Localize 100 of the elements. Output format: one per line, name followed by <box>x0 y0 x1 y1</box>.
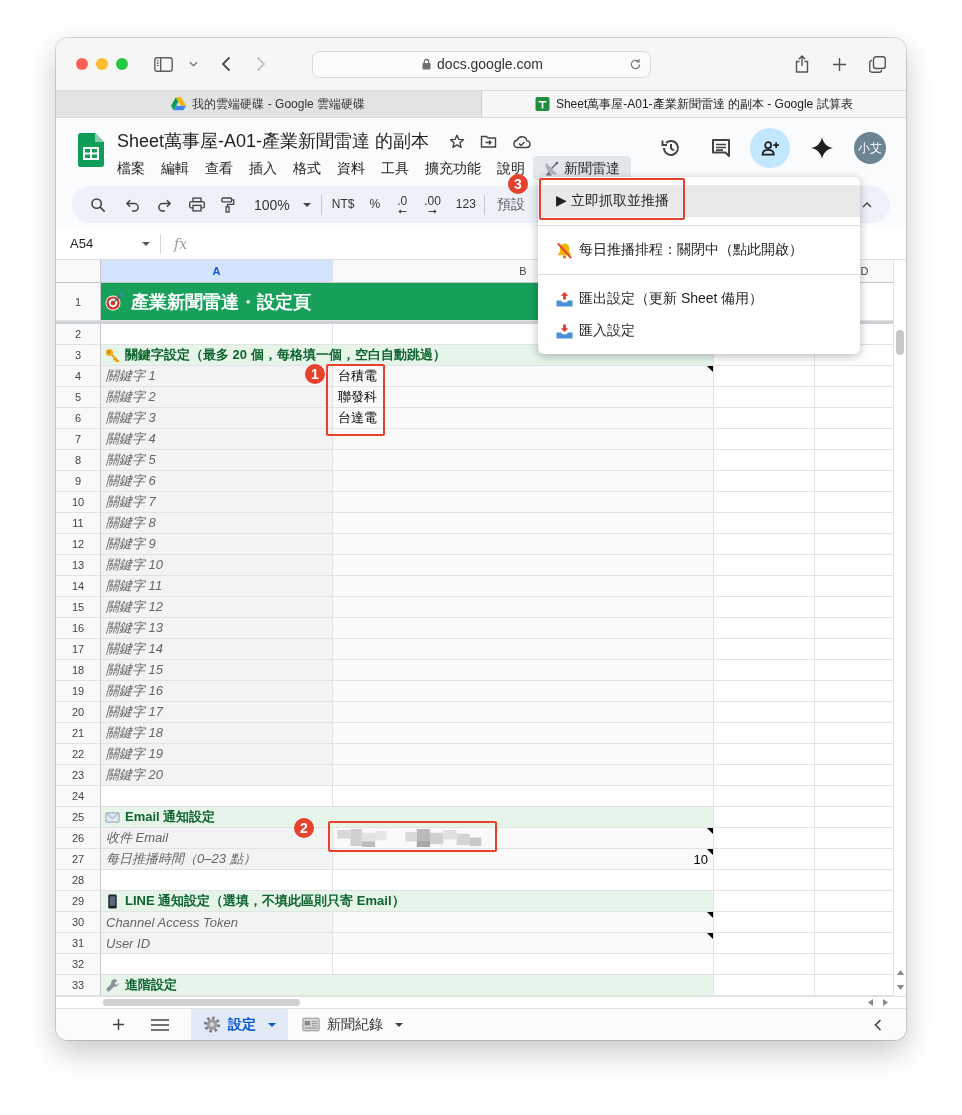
print-icon[interactable] <box>189 197 205 212</box>
menu-item[interactable]: 檔案 <box>109 156 153 180</box>
browser-tab[interactable]: 我的雲端硬碟 - Google 雲端硬碟 <box>56 91 482 117</box>
format-button[interactable]: NT$ <box>331 198 355 211</box>
browser-tab[interactable]: Sheet萬事屋-A01-產業新聞雷達 的副本 - Google 試算表 <box>481 91 906 117</box>
empty-cell[interactable] <box>714 786 815 807</box>
menu-item[interactable]: 查看 <box>197 156 241 180</box>
value-cell[interactable] <box>333 660 714 681</box>
row-header[interactable]: 14 <box>56 576 101 597</box>
row-header[interactable]: 13 <box>56 555 101 576</box>
triangle-up-icon[interactable] <box>896 970 904 975</box>
redo-icon[interactable] <box>157 197 172 212</box>
value-cell[interactable] <box>333 681 714 702</box>
row-header[interactable]: 6 <box>56 408 101 429</box>
folder-arrow-icon[interactable] <box>480 133 498 149</box>
format-button[interactable]: .0 <box>397 195 408 214</box>
value-cell[interactable] <box>333 534 714 555</box>
menu-item[interactable]: 擴充功能 <box>417 156 489 180</box>
value-cell[interactable] <box>333 492 714 513</box>
value-cell[interactable] <box>333 450 714 471</box>
sparkle-icon[interactable] <box>811 137 833 159</box>
style-select[interactable]: 預設 <box>496 195 525 214</box>
value-cell[interactable] <box>333 429 714 450</box>
value-cell[interactable] <box>333 702 714 723</box>
chevron-up-icon[interactable] <box>862 201 872 208</box>
value-cell[interactable]: 聯發科 <box>333 387 714 408</box>
row-header[interactable]: 20 <box>56 702 101 723</box>
row-header[interactable]: 26 <box>56 828 101 849</box>
row-header[interactable]: 5 <box>56 387 101 408</box>
row-header[interactable]: 23 <box>56 765 101 786</box>
row-header[interactable]: 19 <box>56 681 101 702</box>
row-header[interactable]: 17 <box>56 639 101 660</box>
cloud-check-icon[interactable] <box>512 133 532 149</box>
row-header[interactable]: 30 <box>56 912 101 933</box>
row-header[interactable]: 10 <box>56 492 101 513</box>
menu-item[interactable]: 工具 <box>373 156 417 180</box>
paint-roller-icon[interactable] <box>221 196 235 213</box>
menu-option[interactable]: 匯入設定 <box>538 315 860 347</box>
row-header[interactable]: 31 <box>56 933 101 954</box>
row-header[interactable]: 16 <box>56 618 101 639</box>
value-cell[interactable] <box>333 723 714 744</box>
row-header[interactable]: 29 <box>56 891 101 912</box>
value-cell[interactable]: 台達電 <box>333 408 714 429</box>
chevron-left-icon[interactable] <box>221 56 231 72</box>
row-header[interactable]: 24 <box>56 786 101 807</box>
row-header[interactable]: 7 <box>56 429 101 450</box>
menu-option[interactable]: ▶ 立即抓取並推播 <box>538 185 860 217</box>
value-cell[interactable] <box>333 744 714 765</box>
row-header[interactable]: 4 <box>56 366 101 387</box>
menu-item[interactable]: 新聞雷達 <box>533 156 631 180</box>
sheet-tab[interactable]: 新聞紀錄 <box>290 1009 415 1040</box>
row-header[interactable]: 2 <box>56 324 101 345</box>
row-header[interactable]: 3 <box>56 345 101 366</box>
maximize-window-icon[interactable] <box>116 58 128 70</box>
spreadsheet-logo-icon[interactable] <box>78 133 104 167</box>
triangle-down-icon[interactable] <box>896 985 904 990</box>
row-header[interactable]: 9 <box>56 471 101 492</box>
share-icon[interactable] <box>795 55 809 73</box>
history-icon[interactable] <box>660 137 682 159</box>
row-header[interactable]: 25 <box>56 807 101 828</box>
comment-icon[interactable] <box>710 137 732 159</box>
value-cell[interactable] <box>333 618 714 639</box>
row-header[interactable]: 12 <box>56 534 101 555</box>
empty-cell[interactable] <box>714 954 815 975</box>
vertical-scrollbar[interactable] <box>893 260 906 996</box>
overlapping-squares-icon[interactable] <box>869 55 886 73</box>
menu-item[interactable]: 編輯 <box>153 156 197 180</box>
star-icon[interactable] <box>449 133 466 149</box>
format-button[interactable]: .00 <box>424 195 441 214</box>
plus-icon[interactable] <box>832 56 847 72</box>
minimize-window-icon[interactable] <box>96 58 108 70</box>
add-person-button[interactable] <box>750 128 790 168</box>
scrollbar-thumb[interactable] <box>896 330 904 355</box>
row-header[interactable]: 11 <box>56 513 101 534</box>
plus-icon[interactable] <box>112 1018 125 1031</box>
triangle-left-icon[interactable] <box>868 999 873 1006</box>
row-header[interactable]: 18 <box>56 660 101 681</box>
row-header[interactable]: 33 <box>56 975 101 996</box>
row-header[interactable]: 27 <box>56 849 101 870</box>
format-button[interactable]: 123 <box>455 198 476 211</box>
reload-icon[interactable] <box>629 57 642 71</box>
value-cell[interactable] <box>333 933 714 954</box>
close-window-icon[interactable] <box>76 58 88 70</box>
corner-header[interactable] <box>56 260 101 283</box>
row-header[interactable]: 8 <box>56 450 101 471</box>
document-title[interactable]: Sheet萬事屋-A01-產業新聞雷達 的副本 <box>117 129 430 153</box>
value-cell[interactable]: 台積電 <box>333 366 714 387</box>
sidebar-icon[interactable] <box>154 56 173 72</box>
chevron-left-icon[interactable] <box>874 1018 882 1031</box>
menu-item[interactable]: 格式 <box>285 156 329 180</box>
empty-cell[interactable] <box>714 870 815 891</box>
menu-item[interactable]: 插入 <box>241 156 285 180</box>
undo-icon[interactable] <box>125 197 140 212</box>
value-cell[interactable] <box>333 597 714 618</box>
value-cell[interactable] <box>333 555 714 576</box>
row-header[interactable]: 15 <box>56 597 101 618</box>
zoom-select[interactable]: 100% <box>254 196 311 213</box>
value-cell[interactable] <box>333 828 714 849</box>
user-avatar[interactable]: 小艾 <box>854 132 886 164</box>
value-cell[interactable] <box>333 513 714 534</box>
